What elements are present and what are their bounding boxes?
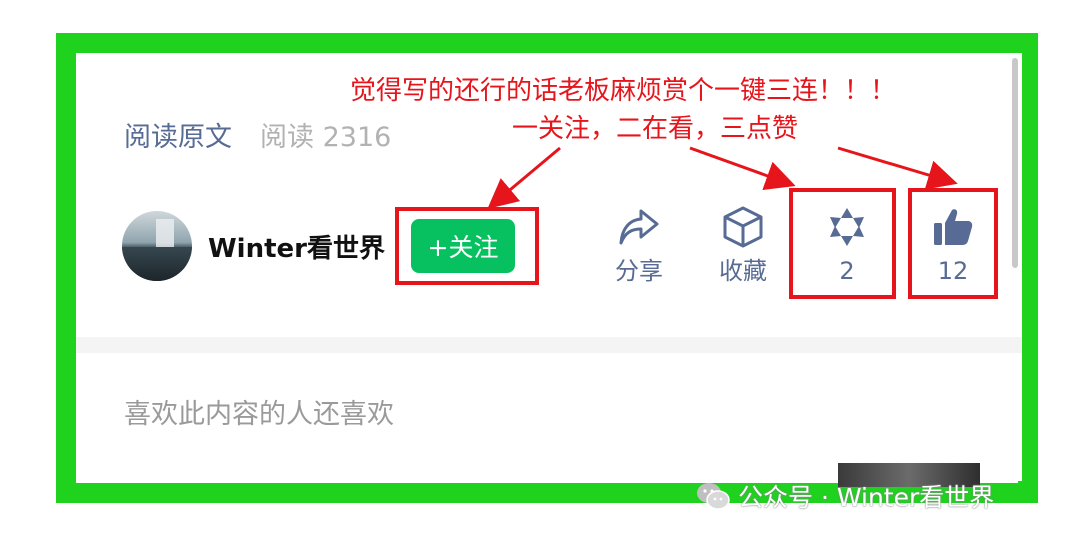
like-highlight-box	[908, 188, 998, 299]
favorite-button[interactable]: 收藏	[698, 204, 788, 286]
avatar[interactable]	[122, 211, 192, 281]
read-count: 阅读 2316	[260, 121, 392, 153]
share-label: 分享	[615, 257, 663, 285]
annotation-line-1: 觉得写的还行的话老板麻烦赏个一键三连！！！	[350, 76, 897, 106]
share-button[interactable]: 分享	[594, 204, 684, 286]
author-row: Winter看世界	[122, 210, 385, 282]
recommend-title: 喜欢此内容的人还喜欢	[124, 399, 394, 430]
read-row: 阅读原文 阅读 2316	[124, 115, 392, 154]
section-divider	[76, 337, 1022, 353]
watch-highlight-box	[789, 188, 896, 299]
author-name[interactable]: Winter看世界	[208, 228, 385, 265]
read-original-link[interactable]: 阅读原文	[124, 115, 232, 154]
watermark: 公众号 · Winter看世界	[696, 478, 994, 514]
follow-highlight-box	[395, 207, 539, 285]
scrollbar[interactable]	[1012, 58, 1018, 268]
annotation-line-2: 一关注，二在看，三点赞	[512, 114, 799, 144]
wechat-icon	[697, 483, 730, 510]
watermark-text: 公众号 · Winter看世界	[738, 483, 995, 512]
share-arrow-icon	[594, 204, 684, 250]
cube-icon	[698, 204, 788, 250]
favorite-label: 收藏	[719, 257, 767, 285]
